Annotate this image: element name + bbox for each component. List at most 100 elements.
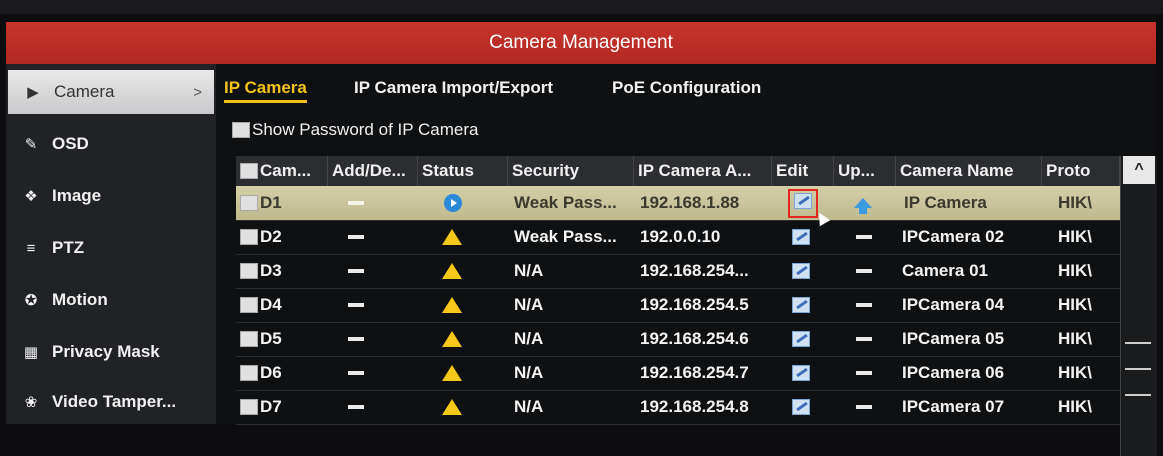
column-header-security[interactable]: Security [508,156,634,186]
cam-id: D4 [260,295,282,314]
security-cell: Weak Pass... [514,186,617,220]
column-header-edit[interactable]: Edit [772,156,834,186]
row-cam-cell[interactable]: D5 [240,322,282,356]
camera-name: IPCamera 04 [902,295,1005,314]
sidebar-item-image[interactable]: ❖ Image [6,174,216,218]
upgrade-cell [856,322,872,356]
sidebar-item-video-tamper[interactable]: ❀ Video Tamper... [6,380,216,424]
motion-icon: ✪ [24,292,38,309]
minus-icon [856,235,872,239]
delete-button[interactable] [348,220,364,254]
camera-name: IPCamera 07 [902,397,1005,416]
minus-icon [856,303,872,307]
column-header-label: Cam... [260,161,312,180]
upgrade-icon [854,198,872,214]
sidebar-item-privacy-mask[interactable]: ▦ Privacy Mask [6,330,216,374]
edit-button[interactable] [792,220,810,254]
column-header-upgrade[interactable]: Up... [834,156,896,186]
table-row[interactable]: D3 N/A 192.168.254... Camera 01 HIK\ [236,254,1120,289]
column-header-cam[interactable]: Cam... [236,156,328,186]
delete-button[interactable] [348,356,364,390]
protocol-cell: HIK\ [1058,254,1092,288]
protocol-value: HIK\ [1058,397,1092,416]
edit-icon [792,229,810,245]
monitor-bezel [0,0,1163,14]
protocol-value: HIK\ [1058,295,1092,314]
sidebar-item-label: Privacy Mask [52,342,160,361]
sidebar-item-ptz[interactable]: ≡ PTZ [6,226,216,270]
row-checkbox[interactable] [240,297,258,313]
row-cam-cell[interactable]: D3 [240,254,282,288]
ip-cell: 192.168.254.6 [640,322,749,356]
row-checkbox[interactable] [240,331,258,347]
ip-value: 192.168.254.5 [640,295,749,314]
protocol-cell: HIK\ [1058,186,1092,220]
delete-button[interactable] [348,254,364,288]
delete-button[interactable] [348,322,364,356]
edit-button[interactable] [792,390,810,424]
sidebar-item-osd[interactable]: ✎ OSD [6,122,216,166]
column-header-protocol[interactable]: Proto [1042,156,1120,186]
table-row[interactable]: D2 Weak Pass... 192.0.0.10 IPCamera 02 H… [236,220,1120,255]
row-checkbox[interactable] [240,399,258,415]
delete-button[interactable] [348,390,364,424]
tab-poe-configuration[interactable]: PoE Configuration [612,78,761,98]
row-cam-cell[interactable]: D4 [240,288,282,322]
row-checkbox[interactable] [240,195,258,211]
delete-button[interactable] [348,186,364,220]
table-row[interactable]: D4 N/A 192.168.254.5 IPCamera 04 HIK\ [236,288,1120,323]
table-row[interactable]: D7 N/A 192.168.254.8 IPCamera 07 HIK\ [236,390,1120,425]
sidebar-item-camera[interactable]: ▶ Camera > [8,70,214,114]
tab-ip-camera[interactable]: IP Camera [224,78,307,103]
show-password-checkbox[interactable] [232,122,250,138]
sidebar-item-label: Image [52,186,102,205]
row-cam-cell[interactable]: D7 [240,390,282,424]
camera-name-cell: IPCamera 02 [902,220,1004,254]
camera-name-cell: Camera 01 [902,254,988,288]
camera-name: IPCamera 06 [902,363,1005,382]
row-checkbox[interactable] [240,365,258,381]
row-checkbox[interactable] [240,229,258,245]
edit-button[interactable] [792,322,810,356]
edit-button[interactable] [792,288,810,322]
table-row[interactable]: D5 N/A 192.168.254.6 IPCamera 05 HIK\ [236,322,1120,357]
upgrade-button[interactable] [854,186,872,220]
edit-icon [792,365,810,381]
column-header-add-delete[interactable]: Add/De... [328,156,418,186]
column-header-camera-name[interactable]: Camera Name [896,156,1042,186]
security-cell: Weak Pass... [514,220,617,254]
protocol-cell: HIK\ [1058,288,1092,322]
table-scrollbar[interactable]: ^ [1120,156,1157,456]
tab-ip-camera-import-export[interactable]: IP Camera Import/Export [354,78,553,98]
security-cell: N/A [514,254,543,288]
edit-button[interactable] [792,254,810,288]
cam-id: D1 [260,193,282,212]
camera-name-cell: IPCamera 05 [902,322,1004,356]
delete-button[interactable] [348,288,364,322]
status-warning-icon [442,288,462,322]
ip-cell: 192.168.1.88 [640,186,739,220]
protocol-value: HIK\ [1058,363,1092,382]
edit-icon [792,263,810,279]
security-value: N/A [514,363,544,382]
protocol-cell: HIK\ [1058,220,1092,254]
row-checkbox[interactable] [240,263,258,279]
show-password-option[interactable]: Show Password of IP Camera [232,120,478,140]
protocol-cell: HIK\ [1058,356,1092,390]
row-cam-cell[interactable]: D6 [240,356,282,390]
row-cam-cell[interactable]: D1 [240,186,282,220]
scroll-up-button[interactable]: ^ [1123,156,1155,184]
sidebar-item-motion[interactable]: ✪ Motion [6,278,216,322]
minus-icon [348,337,364,341]
edit-button[interactable] [792,356,810,390]
cam-id: D7 [260,397,282,416]
table-row[interactable]: D1 Weak Pass... 192.168.1.88 IP Camera H… [236,186,1120,221]
table-row[interactable]: D6 N/A 192.168.254.7 IPCamera 06 HIK\ [236,356,1120,391]
column-header-status[interactable]: Status [418,156,508,186]
column-header-ip-address[interactable]: IP Camera A... [634,156,772,186]
status-warning-icon [442,356,462,390]
row-cam-cell[interactable]: D2 [240,220,282,254]
minus-icon [348,371,364,375]
minus-icon [856,337,872,341]
select-all-checkbox[interactable] [240,163,258,179]
